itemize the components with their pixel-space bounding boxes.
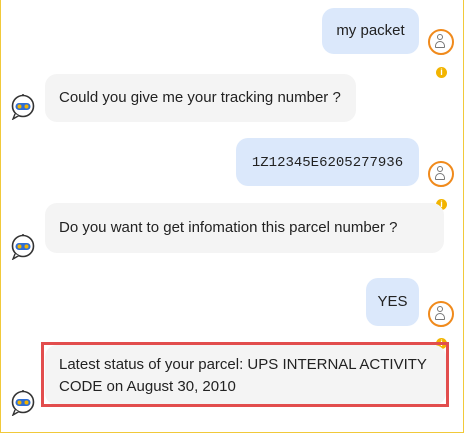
user-message-bubble: my packet — [322, 8, 419, 54]
bot-message-text: Do you want to get infomation this parce… — [59, 219, 398, 236]
bot-avatar-icon — [11, 94, 35, 120]
user-avatar-icon — [428, 161, 454, 187]
user-message-bubble: YES — [366, 278, 419, 326]
bot-message-bubble: Could you give me your tracking number ? — [45, 74, 356, 122]
user-avatar-icon — [428, 29, 454, 55]
user-message-text: my packet — [336, 22, 405, 39]
user-message-text: 1Z12345E6205277936 — [251, 155, 404, 171]
user-message-text: YES — [377, 293, 408, 310]
bot-avatar-icon — [11, 390, 35, 416]
bot-message-bubble: Do you want to get infomation this parce… — [45, 203, 444, 253]
user-avatar-icon — [428, 301, 454, 327]
bot-avatar-icon — [11, 234, 35, 260]
user-message-bubble: 1Z12345E6205277936 — [236, 138, 419, 186]
bot-message-text: Could you give me your tracking number ? — [59, 89, 341, 106]
highlight-box — [41, 342, 449, 407]
info-icon[interactable]: i — [436, 67, 447, 78]
